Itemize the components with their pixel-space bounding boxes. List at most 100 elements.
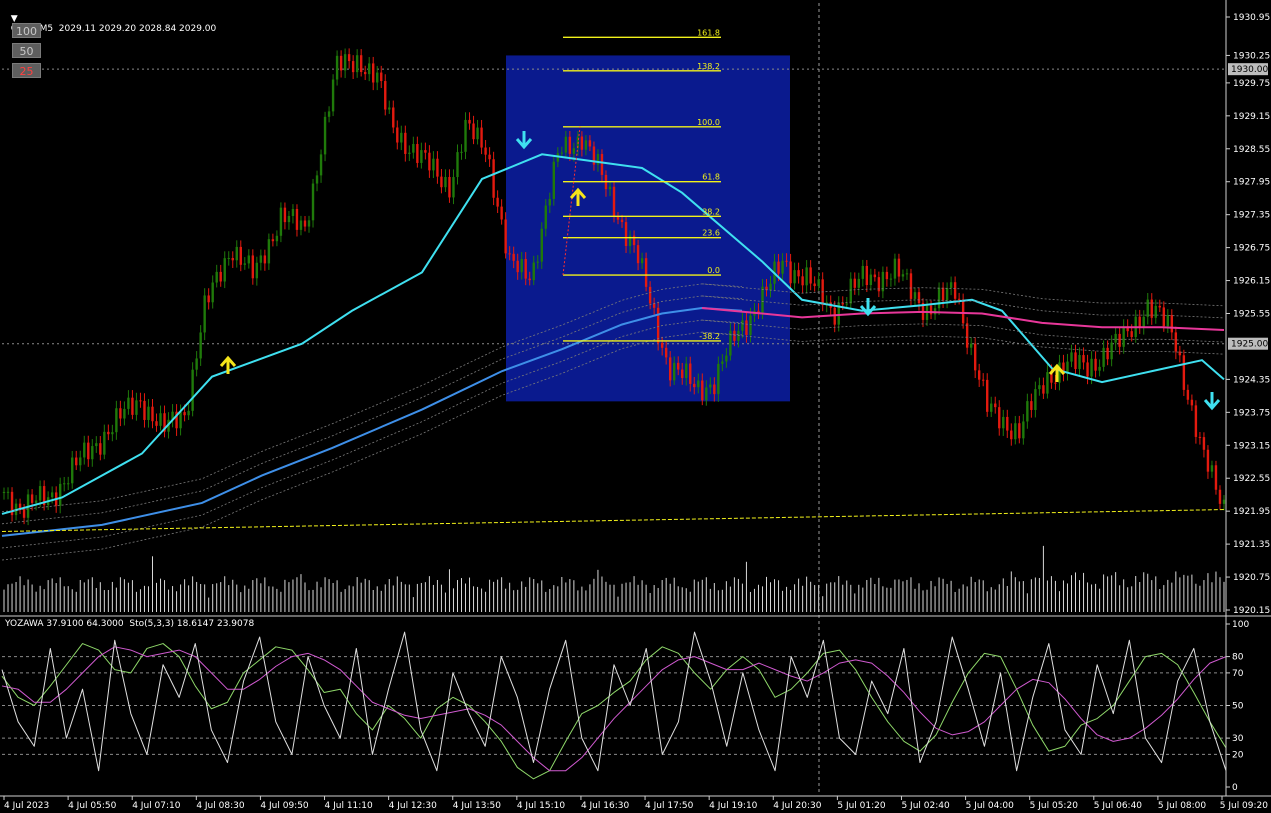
- candle-body: [801, 276, 804, 286]
- candle: [1182, 349, 1186, 396]
- candle-body: [359, 55, 363, 72]
- candle-body: [34, 500, 38, 503]
- candle-body: [339, 55, 343, 71]
- candle-body: [889, 278, 893, 280]
- candle-body: [103, 431, 106, 455]
- candle-body: [508, 253, 511, 255]
- candle-body: [135, 400, 138, 415]
- fib-level-label: 23.6: [702, 229, 720, 238]
- candle-body: [99, 443, 102, 455]
- candle-body: [151, 406, 154, 422]
- trading-chart: 161.8 138.2 100.0 61.8 38.2 23.6 0.0 -38.2 1930…: [0, 0, 1271, 813]
- candle-body: [797, 270, 800, 277]
- candle-body: [616, 216, 620, 220]
- candle-body: [488, 154, 491, 160]
- candle-body: [335, 55, 339, 80]
- candle-body: [528, 278, 531, 281]
- candle-body: [6, 491, 10, 493]
- candle-body: [809, 267, 812, 284]
- candle-body: [283, 207, 287, 223]
- candle-body: [1186, 389, 1190, 400]
- candle-body: [1190, 399, 1194, 406]
- candle-body: [1070, 352, 1073, 362]
- candle-body: [400, 132, 403, 143]
- candle-body: [660, 342, 664, 348]
- fibonacci-zone: [506, 55, 790, 402]
- candle-body: [127, 397, 130, 409]
- candle-body: [38, 486, 42, 501]
- candle-body: [412, 144, 415, 153]
- fib-level-label: -38.2: [699, 332, 720, 341]
- price-marker-label: 1925.00: [1231, 340, 1268, 350]
- candle-body: [191, 369, 194, 411]
- candle-body: [63, 483, 66, 485]
- time-tick-label: 4 Jul 2023: [4, 801, 49, 811]
- candle-body: [271, 239, 275, 242]
- candle-body: [1114, 333, 1117, 343]
- candle-body: [572, 148, 576, 154]
- price-tick-label: 1927.95: [1233, 178, 1270, 188]
- fib-level-label: 138.2: [697, 62, 720, 71]
- time-tick-label: 4 Jul 08:30: [196, 801, 245, 811]
- candle-body: [480, 127, 483, 148]
- candle-body: [1074, 352, 1077, 370]
- candle-body: [1010, 430, 1013, 440]
- fib-level-label: 0.0: [707, 266, 720, 275]
- price-marker-label: 1930.00: [1231, 65, 1268, 75]
- candle-body: [83, 442, 86, 458]
- candle-body: [1106, 347, 1109, 360]
- candle-body: [685, 363, 688, 379]
- candle-body: [404, 132, 407, 154]
- candle-body: [516, 260, 519, 273]
- candle-body: [693, 383, 696, 388]
- candle-body: [307, 220, 311, 227]
- candle-body: [504, 219, 507, 254]
- candle-body: [849, 278, 852, 304]
- candle-body: [620, 219, 624, 223]
- candle-body: [905, 273, 909, 275]
- candle-body: [564, 136, 568, 153]
- candle-body: [468, 119, 471, 124]
- level-100-button[interactable]: 100: [12, 23, 41, 38]
- candle-body: [1206, 449, 1210, 472]
- candle-body: [351, 61, 355, 73]
- level-50-button[interactable]: 50: [12, 43, 41, 58]
- candle-body: [1154, 305, 1157, 318]
- candle-body: [187, 410, 190, 416]
- candle-body: [636, 245, 640, 264]
- candle-body: [376, 72, 379, 83]
- oscillator-tick-label: 50: [1232, 702, 1244, 712]
- fib-level-label: 100.0: [697, 118, 720, 127]
- candle-body: [697, 380, 700, 388]
- candle-body: [424, 150, 427, 153]
- candle-body: [588, 140, 592, 147]
- candle-body: [1090, 358, 1093, 377]
- candle-body: [1202, 437, 1206, 450]
- candle-body: [869, 274, 873, 286]
- price-tick-label: 1928.55: [1233, 145, 1270, 155]
- candle-body: [532, 262, 535, 281]
- candle-body: [1214, 465, 1218, 490]
- candle-body: [994, 403, 997, 408]
- candle-body: [347, 54, 351, 62]
- time-tick-label: 4 Jul 13:50: [453, 801, 502, 811]
- candle-body: [909, 273, 913, 299]
- candle-body: [243, 263, 246, 265]
- candle-body: [893, 258, 897, 279]
- candle-body: [311, 183, 315, 221]
- level-25-button[interactable]: 25: [12, 63, 41, 78]
- oscillator-tick-label: 0: [1232, 783, 1238, 793]
- candle-body: [1038, 385, 1041, 390]
- candle-body: [982, 379, 985, 381]
- time-tick-label: 5 Jul 09:20: [1220, 801, 1269, 811]
- candle-body: [640, 258, 644, 264]
- candle-body: [159, 413, 162, 426]
- candle-body: [961, 299, 965, 324]
- price-tick-label: 1930.95: [1233, 13, 1270, 23]
- candle-body: [1026, 401, 1029, 422]
- candle-body: [745, 320, 748, 336]
- candle-body: [524, 258, 527, 279]
- price-tick-label: 1929.15: [1233, 112, 1270, 122]
- time-tick-label: 4 Jul 09:50: [260, 801, 309, 811]
- candle-body: [119, 408, 122, 419]
